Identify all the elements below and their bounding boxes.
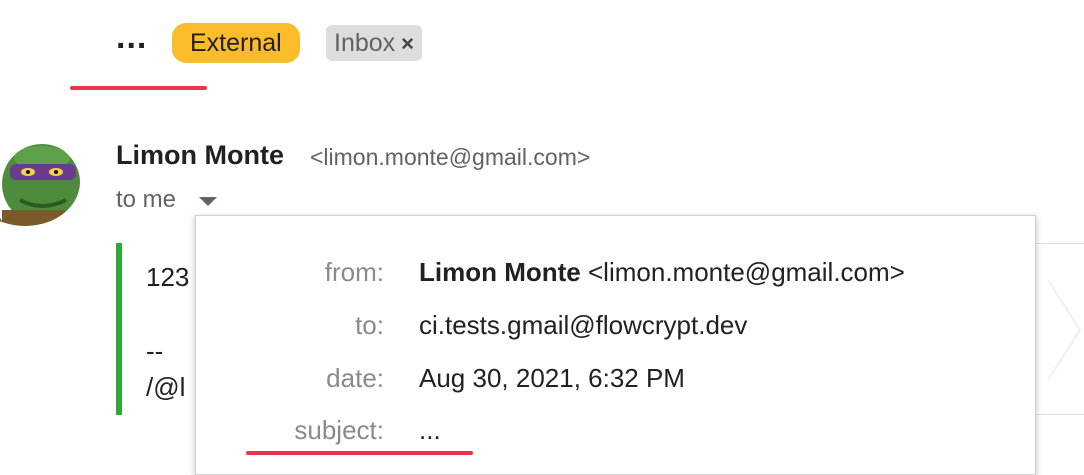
body-line: 123 [146, 262, 190, 292]
message-details-popup: from: Limon Monte <limon.monte@gmail.com… [195, 215, 1036, 475]
recipients-summary: to me [116, 186, 177, 213]
email-subject: ... [116, 18, 148, 56]
details-row-from: from: Limon Monte <limon.monte@gmail.com… [196, 257, 1035, 297]
divider [1036, 414, 1084, 415]
ninja-turtle-avatar-icon [0, 138, 80, 226]
subject-value: ... [419, 415, 441, 445]
sender-avatar[interactable] [0, 138, 80, 226]
date-label: date: [326, 363, 384, 393]
to-label: to: [355, 310, 384, 340]
subject-detail-highlight-underline [246, 451, 473, 455]
from-email: <limon.monte@gmail.com> [588, 257, 905, 287]
divider [1036, 243, 1084, 244]
from-name: Limon Monte [419, 257, 581, 287]
background-decoration-icon [1047, 279, 1082, 381]
details-row-to: to: ci.tests.gmail@flowcrypt.dev [196, 310, 1035, 350]
date-value: Aug 30, 2021, 6:32 PM [419, 363, 685, 393]
quote-bar [116, 243, 122, 415]
external-label-chip[interactable]: External [172, 23, 300, 63]
body-line: /@l [146, 372, 186, 402]
external-label-text: External [190, 29, 282, 57]
from-label: from: [324, 257, 384, 287]
sender-email: <limon.monte@gmail.com> [310, 144, 591, 170]
inbox-label-text: Inbox [334, 29, 396, 57]
show-details-chevron-icon[interactable] [199, 197, 217, 206]
inbox-label-chip[interactable]: Inbox × [326, 25, 423, 61]
remove-label-icon[interactable]: × [401, 31, 414, 56]
details-row-subject: subject: ... [196, 415, 1035, 455]
to-value: ci.tests.gmail@flowcrypt.dev [419, 310, 748, 340]
subject-highlight-underline [70, 86, 207, 90]
subject-label: subject: [294, 415, 384, 445]
from-value: Limon Monte <limon.monte@gmail.com> [419, 257, 905, 288]
body-line: -- [146, 336, 164, 366]
sender-name[interactable]: Limon Monte [116, 140, 284, 171]
details-row-date: date: Aug 30, 2021, 6:32 PM [196, 363, 1035, 403]
